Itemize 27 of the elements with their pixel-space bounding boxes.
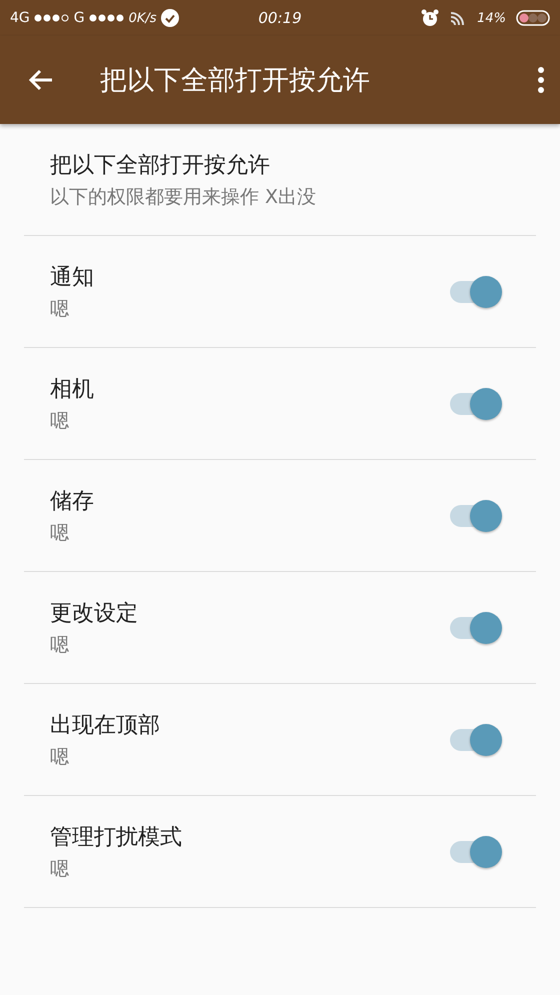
header-title: 把以下全部打开按允许 [50,152,271,180]
check-icon [160,9,179,27]
permission-summary: 嗯 [50,296,70,322]
signal-icon [88,14,125,22]
permission-title: 储存 [50,488,95,516]
network-speed: 0K/s [128,10,157,26]
permission-title: 更改设定 [50,600,139,628]
permission-summary: 嗯 [50,856,70,882]
permission-summary: 嗯 [50,520,70,546]
header-subtitle: 以下的权限都要用来操作 X出没 [50,184,318,210]
more-options-icon [538,67,544,93]
network-type: G [74,10,85,26]
permission-summary: 嗯 [50,744,70,770]
back-arrow-icon [28,69,54,91]
permission-title: 通知 [50,264,95,292]
network-type: 4G [10,10,30,26]
battery-percent: 14% [477,10,506,26]
app-bar-title: 把以下全部打开按允许 [99,64,371,98]
clock-time: 00:19 [258,9,302,27]
battery-icon [516,10,550,26]
permission-title: 出现在顶部 [50,712,161,740]
permission-summary: 嗯 [50,408,70,434]
signal-icon [34,14,70,22]
permission-title: 管理打扰模式 [50,824,183,852]
permission-summary: 嗯 [50,632,70,658]
alarm-icon [421,9,440,27]
permission-title: 相机 [50,376,95,404]
